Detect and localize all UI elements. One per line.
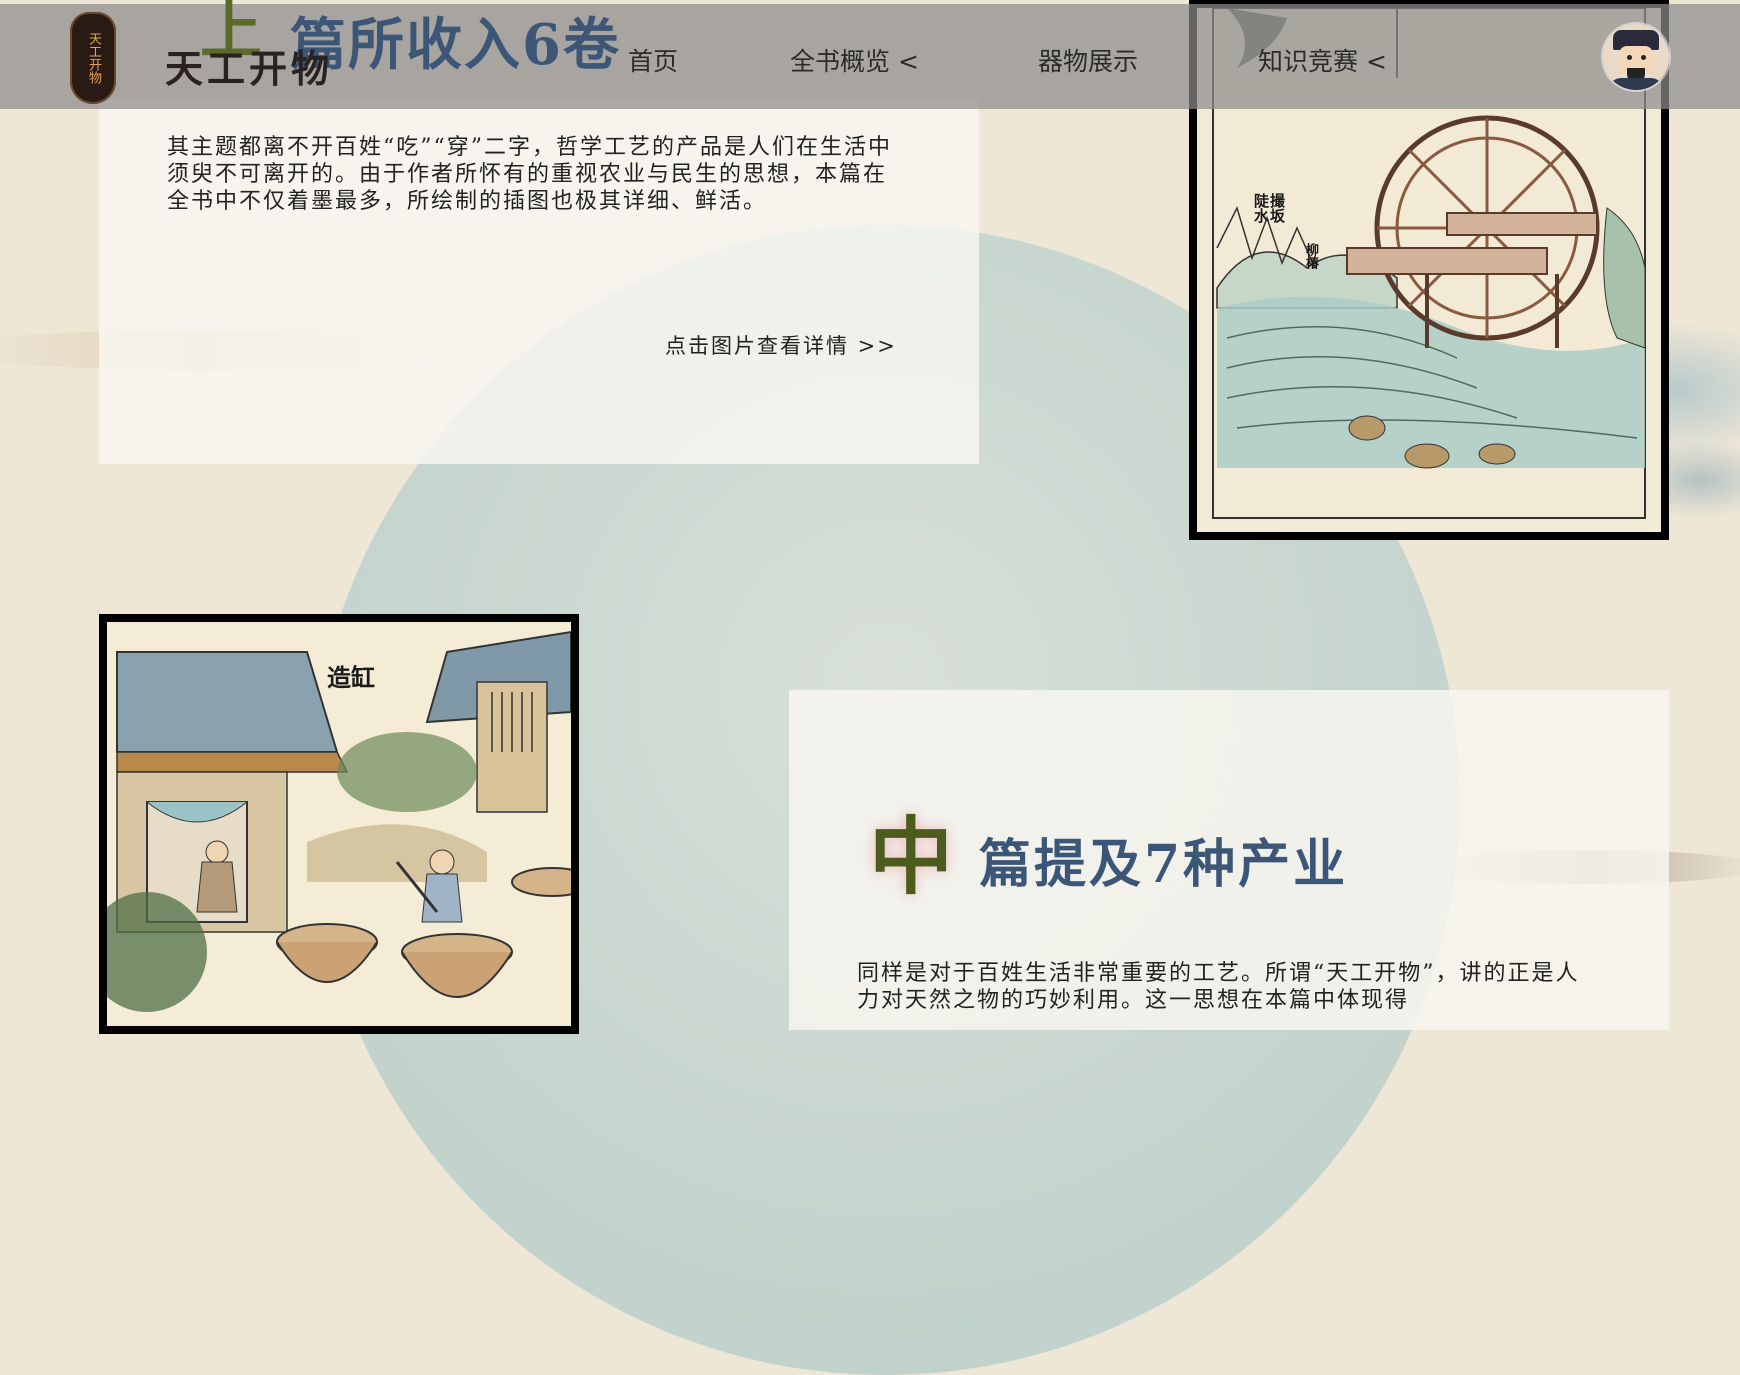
- section-mid-title: 篇提及7种产业: [979, 834, 1349, 895]
- brand-wordmark: 天工开物: [165, 46, 334, 91]
- logo-text: 天工开物: [86, 32, 101, 84]
- section-top-title: 篇所收入6卷: [290, 12, 621, 78]
- nav-overview[interactable]: 全书概览 <: [790, 42, 919, 78]
- vat-making-illustration[interactable]: 造缸: [99, 614, 579, 1034]
- nav-quiz[interactable]: 知识竞赛 <: [1258, 42, 1387, 78]
- section-mid-body: 同样是对于百姓生活非常重要的工艺。所谓“天工开物”，讲的正是人力对天然之物的巧妙…: [857, 961, 1580, 1013]
- water-wheel-label-2: 陡水: [1252, 193, 1270, 223]
- section-mid-card: 中 篇提及7种产业 同样是对于百姓生活非常重要的工艺。所谓“天工开物”，讲的正是…: [789, 690, 1669, 1030]
- nav-artifacts[interactable]: 器物展示: [1038, 42, 1138, 78]
- section-top-card: 其主题都离不开百姓“吃”“穿”二字，哲学工艺的产品是人们在生活中须臾不可离开的。…: [99, 100, 979, 464]
- section-top-body: 其主题都离不开百姓“吃”“穿”二字，哲学工艺的产品是人们在生活中须臾不可离开的。…: [167, 135, 892, 214]
- user-avatar[interactable]: [1603, 24, 1669, 90]
- section-mid-char: 中: [869, 807, 954, 906]
- water-wheel-label-3: 柳椿: [1303, 243, 1318, 269]
- site-logo[interactable]: 天工开物: [70, 12, 116, 104]
- vat-caption: 造缸: [327, 663, 375, 692]
- nav-home[interactable]: 首页: [628, 42, 678, 78]
- view-detail-link[interactable]: 点击图片查看详情 >>: [665, 330, 897, 360]
- vat-making-image: 造缸: [107, 622, 571, 1026]
